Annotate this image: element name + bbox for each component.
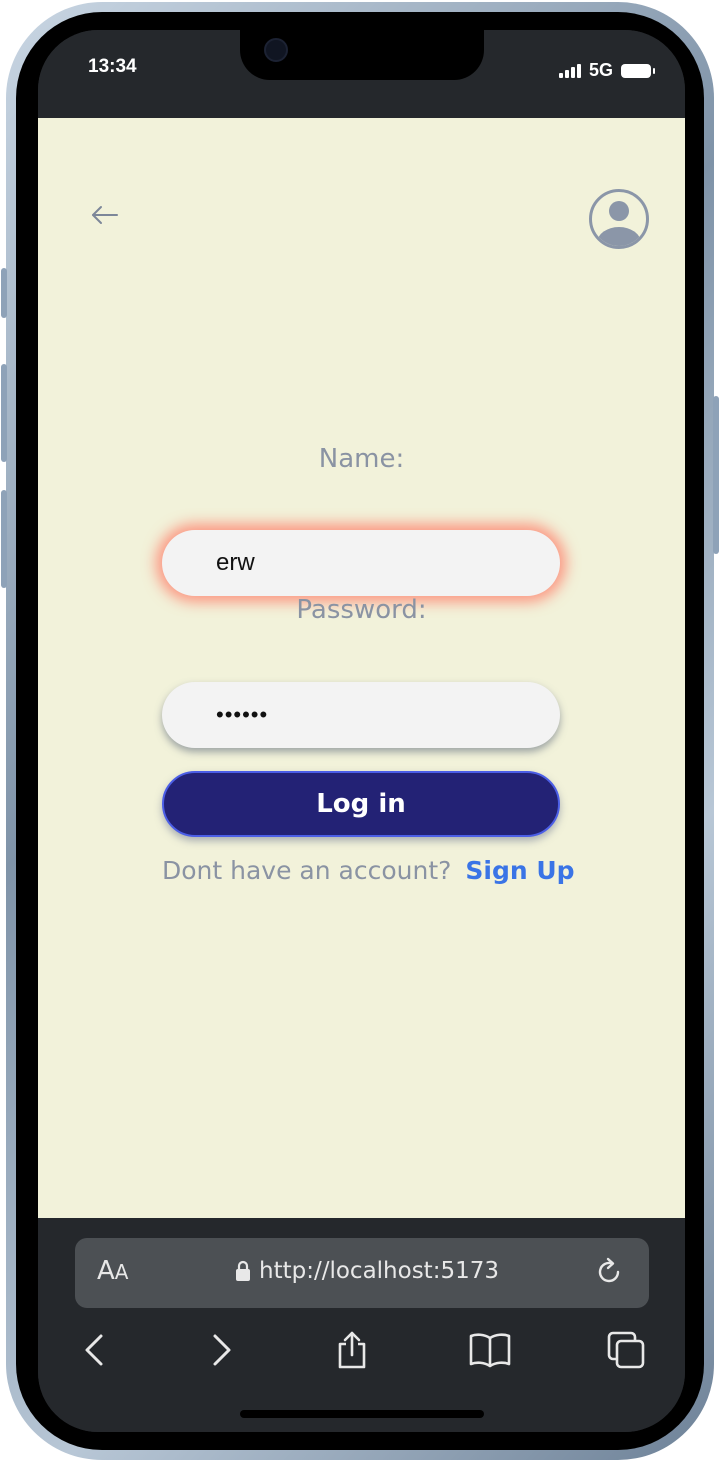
status-time: 13:34: [88, 56, 137, 77]
page-content: Name: erw Password: •••••• Log in Dont h…: [38, 118, 685, 1218]
password-input[interactable]: ••••••: [162, 682, 560, 748]
silent-switch: [1, 268, 7, 318]
power-button: [713, 396, 719, 554]
back-icon[interactable]: [76, 1330, 116, 1370]
status-indicators: 5G: [558, 60, 655, 81]
network-type: 5G: [588, 60, 613, 80]
password-label: Password:: [296, 595, 427, 625]
url-text: http://localhost:5173: [259, 1258, 499, 1284]
signup-prompt: Dont have an account?: [162, 856, 452, 885]
login-button[interactable]: Log in: [162, 771, 560, 837]
volume-down-button: [1, 490, 7, 588]
home-indicator: [240, 1410, 484, 1418]
lock-icon: [236, 1260, 250, 1281]
signal-icon: [558, 63, 581, 78]
bookmarks-icon[interactable]: [468, 1330, 511, 1370]
signup-link[interactable]: Sign Up: [465, 856, 574, 885]
volume-up-button: [1, 364, 7, 462]
share-icon[interactable]: [332, 1330, 372, 1370]
name-label: Name:: [318, 444, 405, 474]
screen: 13:34 5G Name: erw Password: •••••• Log …: [38, 30, 685, 1432]
browser-toolbar: AA http://localhost:5173: [38, 1218, 685, 1432]
arrow-left-icon[interactable]: [90, 200, 120, 230]
battery-icon: [621, 63, 655, 78]
tabs-icon[interactable]: [606, 1330, 646, 1370]
url-display[interactable]: http://localhost:5173: [235, 1258, 499, 1284]
signup-row: Dont have an account? Sign Up: [162, 856, 582, 885]
user-avatar-icon[interactable]: [588, 188, 650, 250]
text-size-button[interactable]: AA: [97, 1256, 128, 1286]
forward-icon[interactable]: [200, 1330, 240, 1370]
camera: [264, 38, 288, 62]
name-input[interactable]: erw: [162, 530, 560, 596]
status-bar: 13:34 5G: [38, 30, 685, 118]
reload-icon[interactable]: [593, 1256, 625, 1288]
address-bar[interactable]: AA http://localhost:5173: [75, 1238, 649, 1308]
